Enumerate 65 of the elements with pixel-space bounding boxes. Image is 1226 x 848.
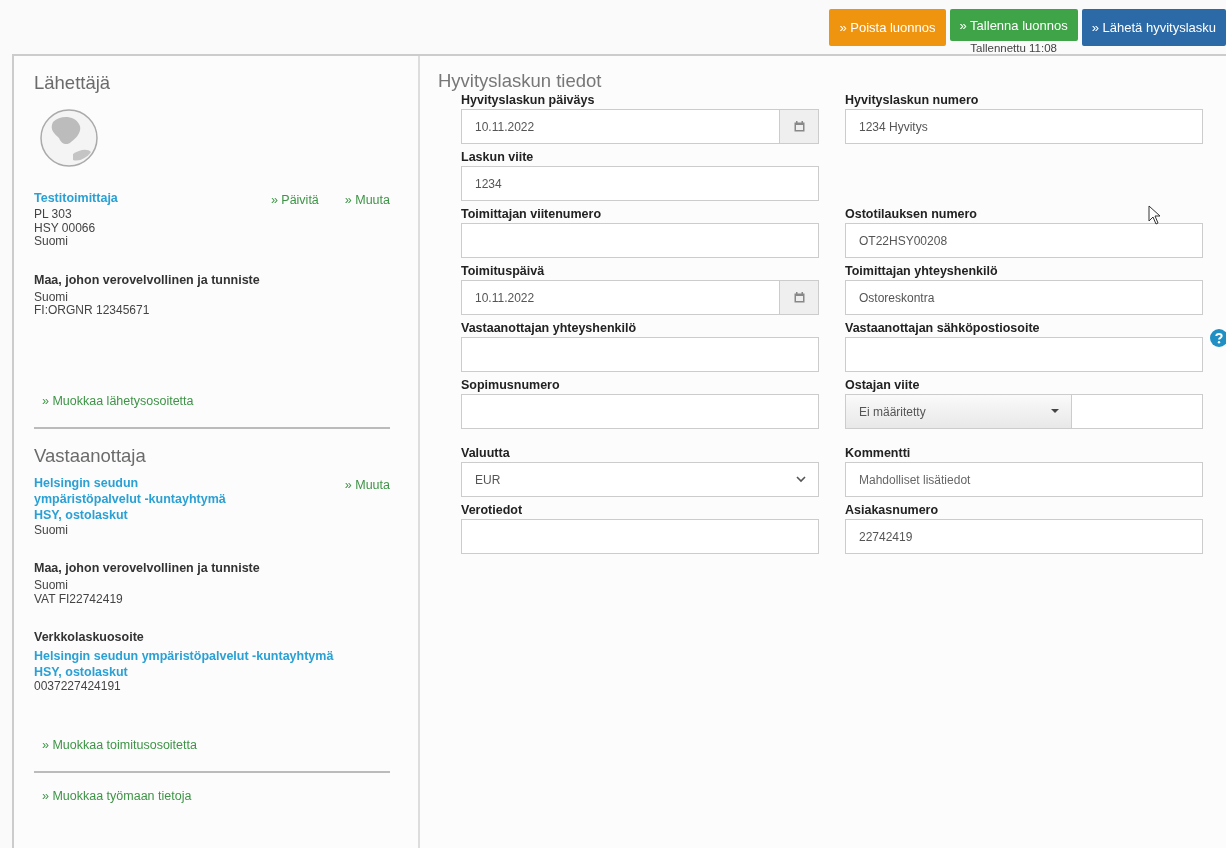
party-name: HSY, ostolaskut xyxy=(34,664,128,680)
text-field[interactable]: Ostoreskontra xyxy=(845,280,1203,315)
calendar-icon xyxy=(793,292,805,303)
globe-icon xyxy=(39,108,99,168)
einvoice-address: 0037227424191 xyxy=(34,680,121,694)
text-field[interactable] xyxy=(461,394,819,429)
text-field[interactable]: 22742419 xyxy=(845,519,1203,554)
field-label: Laskun viite xyxy=(461,150,534,165)
address-line: Suomi xyxy=(34,235,68,249)
date-field[interactable]: 10.11.2022 xyxy=(461,109,780,144)
address-line: Suomi xyxy=(34,523,68,537)
field-label: Toimituspäivä xyxy=(461,264,545,279)
date-field[interactable]: 10.11.2022 xyxy=(461,280,780,315)
field-label: Maa, johon verovelvollinen ja tunniste xyxy=(34,272,260,287)
calendar-button[interactable] xyxy=(779,280,819,315)
calendar-button[interactable] xyxy=(779,109,819,144)
section-heading: Vastaanottaja xyxy=(34,444,146,467)
party-name: HSY, ostolaskut xyxy=(34,506,128,523)
address-line: HSY 00066 xyxy=(34,221,96,235)
text-field[interactable]: 1234 xyxy=(461,166,819,201)
text-field[interactable] xyxy=(845,337,1203,372)
text-field[interactable] xyxy=(461,223,819,258)
field-label: Vastaanottajan sähköpostiosoite xyxy=(845,321,1040,336)
field-label: Sopimusnumero xyxy=(461,378,560,393)
party-name: Testitoimittaja xyxy=(34,190,118,206)
field-label: Ostotilauksen numero xyxy=(845,207,977,222)
field-label: Verkkolaskuosoite xyxy=(34,630,144,644)
field-label: Ostajan viite xyxy=(845,378,920,393)
form-heading: Hyvityslaskun tiedot xyxy=(438,70,602,92)
calendar-icon xyxy=(793,121,805,132)
party-name: Helsingin seudun xyxy=(34,474,139,491)
edit-link[interactable]: » Muokkaa lähetysosoitetta xyxy=(42,393,194,408)
text-field[interactable]: Mahdolliset lisätiedot xyxy=(845,462,1203,497)
edit-link[interactable]: » Muokkaa työmaan tietoja xyxy=(42,788,192,803)
field-label: Hyvityslaskun päiväys xyxy=(461,93,595,108)
action-link[interactable]: » Muuta xyxy=(344,477,390,492)
address-line: PL 303 xyxy=(34,208,72,222)
edit-link[interactable]: » Muokkaa toimitusosoitetta xyxy=(42,737,197,752)
text-field[interactable]: OT22HSY00208 xyxy=(845,223,1203,258)
text-field[interactable]: 1234 Hyvitys xyxy=(845,109,1203,144)
tax-line: Suomi xyxy=(34,290,68,304)
field-label: Asiakasnumero xyxy=(845,503,939,518)
action-link[interactable]: » Muuta xyxy=(344,193,390,207)
action-link[interactable]: » Päivitä xyxy=(270,193,319,207)
tax-line: Suomi xyxy=(34,579,68,593)
tax-line: VAT FI22742419 xyxy=(34,592,123,606)
section-heading: Lähettäjä xyxy=(34,72,111,94)
cursor-icon xyxy=(1148,205,1162,225)
field-label: Maa, johon verovelvollinen ja tunniste xyxy=(34,561,260,575)
field-label: Verotiedot xyxy=(461,503,523,518)
party-name: Helsingin seudun ympäristöpalvelut -kuntayhtymä xyxy=(34,648,334,664)
save-status: Tallennettu 11:08 xyxy=(970,42,1057,54)
party-name: ympäristöpalvelut -kuntayhtymä xyxy=(34,490,226,507)
field-label: Vastaanottajan yhteyshenkilö xyxy=(461,321,637,336)
currency-select[interactable]: EUR xyxy=(462,463,818,496)
tax-line: FI:ORGNR 12345671 xyxy=(34,304,150,318)
field-label: Toimittajan yhteyshenkilö xyxy=(845,264,998,279)
action-button[interactable]: » Lähetä hyvityslasku xyxy=(1081,9,1226,46)
field-label: Hyvityslaskun numero xyxy=(845,93,979,108)
field-label: Valuutta xyxy=(461,446,510,461)
text-field[interactable] xyxy=(461,519,819,554)
field-label: Kommentti xyxy=(845,446,911,461)
chevron-down-icon xyxy=(796,476,806,483)
field-label: Toimittajan viitenumero xyxy=(461,207,602,222)
text-field[interactable] xyxy=(461,337,819,372)
